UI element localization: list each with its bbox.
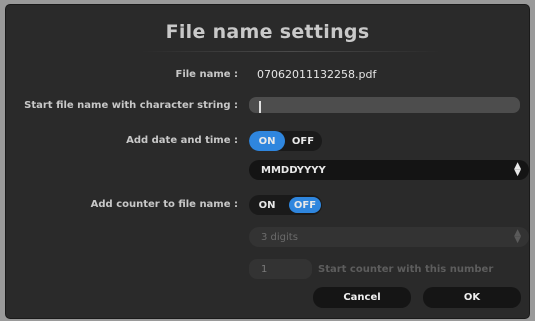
add-counter-toggle[interactable]: ON OFF <box>249 195 322 215</box>
date-format-select[interactable]: MMDDYYYY ▲ ▼ <box>249 160 529 180</box>
text-caret <box>259 101 261 113</box>
add-counter-label: Add counter to file name : <box>90 199 238 210</box>
counter-start-input[interactable]: 1 <box>249 259 312 279</box>
cancel-button[interactable]: Cancel <box>313 287 411 308</box>
counter-start-hint: Start counter with this number <box>318 264 494 275</box>
ok-button[interactable]: OK <box>423 287 521 308</box>
up-down-arrows-icon: ▲ ▼ <box>514 161 521 178</box>
add-date-time-toggle[interactable]: ON OFF <box>249 131 322 151</box>
date-time-off-segment[interactable]: OFF <box>285 131 321 151</box>
counter-digits-select[interactable]: 3 digits ▲ ▼ <box>249 227 529 247</box>
file-name-label: File name : <box>175 69 239 80</box>
start-string-label: Start file name with character string : <box>24 100 238 111</box>
add-date-time-label: Add date and time : <box>126 135 238 146</box>
up-down-arrows-icon: ▲ ▼ <box>514 228 521 245</box>
file-name-value: 07062011132258.pdf <box>257 68 377 81</box>
counter-digits-value: 3 digits <box>261 231 298 243</box>
start-string-input[interactable] <box>249 97 520 113</box>
date-time-on-segment[interactable]: ON <box>249 131 285 151</box>
file-name-settings-dialog: File name settings File name : 070620111… <box>6 5 529 318</box>
title-divider <box>141 51 441 52</box>
date-format-value: MMDDYYYY <box>261 164 326 176</box>
dialog-title: File name settings <box>165 21 370 43</box>
counter-on-segment[interactable]: ON <box>249 195 285 215</box>
counter-off-segment[interactable]: OFF <box>289 197 321 213</box>
